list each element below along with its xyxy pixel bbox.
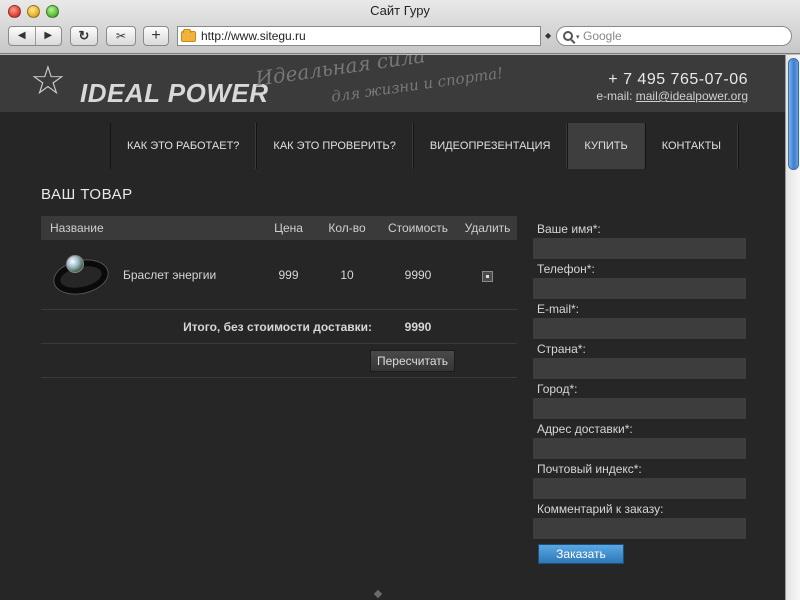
column-price: Цена xyxy=(274,221,303,235)
menu-item-contacts[interactable]: КОНТАКТЫ xyxy=(644,123,739,169)
menu-item-how-it-works[interactable]: КАК ЭТО РАБОТАЕТ? xyxy=(110,123,257,169)
phone-label: Телефон*: xyxy=(537,262,595,276)
menu-item-video[interactable]: ВИДЕОПРЕЗЕНТАЦИЯ xyxy=(412,123,568,169)
phone-input[interactable] xyxy=(533,278,746,299)
recalculate-button[interactable]: Пересчитать xyxy=(370,349,455,372)
country-label: Страна*: xyxy=(537,342,586,356)
address-bar[interactable]: http://www.sitegu.ru xyxy=(177,26,541,46)
main-menu: КАК ЭТО РАБОТАЕТ? КАК ЭТО ПРОВЕРИТЬ? ВИД… xyxy=(110,123,740,169)
address-input[interactable] xyxy=(533,438,746,459)
menu-item-buy[interactable]: КУПИТЬ xyxy=(567,123,645,169)
total-value: 9990 xyxy=(404,319,432,334)
menu-divider xyxy=(738,123,740,169)
product-name[interactable]: Браслет энергии xyxy=(123,268,216,282)
footer-ornament xyxy=(373,589,383,599)
order-form: Ваше имя*: Телефон*: E-mail*: Страна*: Г… xyxy=(533,221,746,541)
email-input[interactable] xyxy=(533,318,746,339)
product-cost: 9990 xyxy=(404,267,432,282)
column-delete: Удалить xyxy=(464,221,511,235)
column-name: Название xyxy=(50,221,104,235)
recalc-row: Пересчитать xyxy=(41,344,517,378)
menu-item-how-to-check[interactable]: КАК ЭТО ПРОВЕРИТЬ? xyxy=(256,123,413,169)
form-field-comment: Комментарий к заказу: xyxy=(533,501,746,541)
add-bookmark-button[interactable]: + xyxy=(143,26,169,46)
search-icon xyxy=(563,31,573,41)
back-button[interactable]: ◀ xyxy=(9,27,36,45)
search-placeholder: Google xyxy=(583,29,622,43)
form-field-name: Ваше имя*: xyxy=(533,221,746,261)
comment-label: Комментарий к заказу: xyxy=(537,502,664,516)
total-row: Итого, без стоимости доставки: 9990 xyxy=(41,310,517,344)
form-field-country: Страна*: xyxy=(533,341,746,381)
page-title: ВАШ ТОВАР xyxy=(41,186,133,203)
product-image[interactable] xyxy=(50,247,112,303)
form-field-city: Город*: xyxy=(533,381,746,421)
cart-table-header: Название Цена Кол-во Стоимость Удалить xyxy=(41,216,517,240)
delete-cell xyxy=(458,268,517,282)
site-header: ☆ IDEAL POWER Идеальная сила для жизни и… xyxy=(0,55,785,112)
form-field-phone: Телефон*: xyxy=(533,261,746,301)
postcode-label: Почтовый индекс*: xyxy=(537,462,642,476)
email-label: E-mail*: xyxy=(537,302,580,316)
logo-star-icon[interactable]: ☆ xyxy=(30,61,66,101)
contact-phone: + 7 495 765-07-06 xyxy=(608,71,748,88)
url-text: http://www.sitegu.ru xyxy=(201,29,306,43)
forward-button[interactable]: ▶ xyxy=(36,27,62,45)
order-button[interactable]: Заказать xyxy=(538,544,624,564)
product-qty[interactable]: 10 xyxy=(316,268,378,282)
column-qty: Кол-во xyxy=(328,221,366,235)
reload-button[interactable]: ↻ xyxy=(70,26,98,46)
hologram-icon xyxy=(66,254,84,273)
browser-toolbar: Сайт Гуру ◀ ▶ ↻ ✂ + http://www.sitegu.ru… xyxy=(0,0,800,54)
name-input[interactable] xyxy=(533,238,746,259)
email-link[interactable]: mail@idealpower.org xyxy=(636,89,748,103)
site-folder-icon xyxy=(181,28,196,42)
country-input[interactable] xyxy=(533,358,746,379)
comment-input[interactable] xyxy=(533,518,746,539)
form-field-postcode: Почтовый индекс*: xyxy=(533,461,746,501)
product-price: 999 xyxy=(278,267,299,282)
snip-button[interactable]: ✂ xyxy=(106,26,136,46)
scrollbar-thumb[interactable] xyxy=(788,58,799,170)
city-label: Город*: xyxy=(537,382,578,396)
web-page: ☆ IDEAL POWER Идеальная сила для жизни и… xyxy=(0,55,785,600)
url-dropdown-icon[interactable]: ◆ xyxy=(545,31,551,40)
name-label: Ваше имя*: xyxy=(537,222,601,236)
address-label: Адрес доставки*: xyxy=(537,422,633,436)
form-field-email: E-mail*: xyxy=(533,301,746,341)
vertical-scrollbar[interactable] xyxy=(785,55,800,600)
delete-checkbox[interactable] xyxy=(482,270,493,282)
search-menu-chevron-icon[interactable]: ▾ xyxy=(576,33,580,41)
back-forward-buttons: ◀ ▶ xyxy=(8,26,62,46)
product-cell: Браслет энергии xyxy=(41,247,261,303)
form-field-address: Адрес доставки*: xyxy=(533,421,746,461)
contact-email-line: e-mail: mail@idealpower.org xyxy=(596,89,748,103)
site-logo[interactable]: IDEAL POWER xyxy=(80,78,268,109)
city-input[interactable] xyxy=(533,398,746,419)
column-cost: Стоимость xyxy=(387,221,449,235)
total-label: Итого, без стоимости доставки: xyxy=(183,319,372,334)
cart-table: Название Цена Кол-во Стоимость Удалить Б… xyxy=(41,216,517,378)
window-title: Сайт Гуру xyxy=(370,3,430,18)
email-label: e-mail: xyxy=(596,89,633,103)
table-row: Браслет энергии 999 10 9990 xyxy=(41,240,517,310)
postcode-input[interactable] xyxy=(533,478,746,499)
search-input[interactable]: ▾ Google xyxy=(556,26,792,46)
